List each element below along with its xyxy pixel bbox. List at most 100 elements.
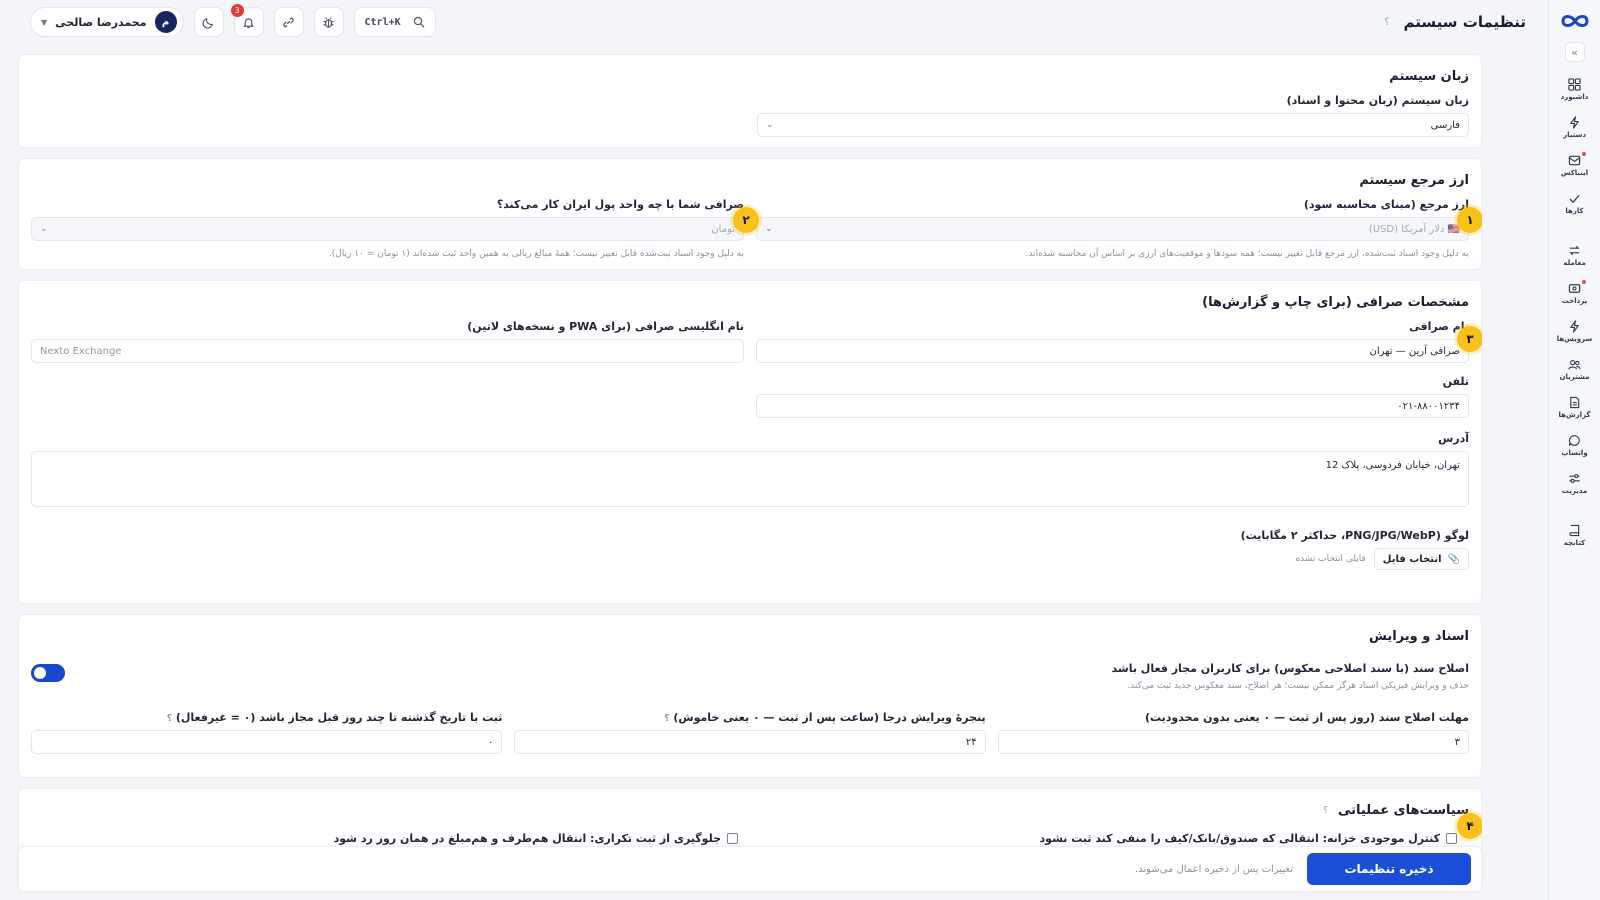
exchange-english-name-input[interactable]: Nexto Exchange — [31, 339, 744, 363]
sidebar-item-customers[interactable]: مشتریان — [1552, 350, 1598, 388]
exchange-profile-section: مشخصات صرافی (برای چاپ و گزارش‌ها) نام ص… — [18, 280, 1482, 604]
sidebar-item-label: گزارش‌ها — [1558, 410, 1591, 419]
duplicate-check-checkbox[interactable] — [727, 833, 738, 844]
field-label: پنجرهٔ ویرایش درجا (ساعت پس از ثبت — ۰ ی… — [514, 711, 985, 724]
search-button[interactable]: Ctrl+K — [353, 7, 436, 37]
select-value: 🇺🇸 دلار آمریکا (USD) — [1369, 224, 1460, 235]
notification-count-badge: 3 — [230, 4, 244, 17]
theme-toggle-button[interactable] — [193, 7, 224, 37]
bolt-icon — [1570, 115, 1579, 129]
edit-window-input[interactable]: ۲۴ — [514, 730, 986, 754]
input-value: ۲۴ — [965, 736, 977, 748]
sidebar-item-payment[interactable]: پرداخت — [1552, 274, 1598, 312]
sidebar-item-label: سرویس‌ها — [1556, 334, 1593, 343]
sidebar-item-label: معامله — [1563, 258, 1586, 267]
correction-deadline-input[interactable]: ۳ — [997, 730, 1469, 754]
sidebar-item-label: کارها — [1565, 206, 1584, 215]
section-title: سیاست‌های عملیاتی — [1338, 803, 1469, 818]
step-badge-1: ۱ — [1457, 207, 1482, 233]
link-icon — [283, 16, 294, 28]
field-label: تلفن — [1442, 375, 1469, 388]
help-icon[interactable]: ؟ — [167, 714, 172, 724]
swap-icon — [1569, 245, 1580, 255]
sidebar-item-inbox[interactable]: اینباکس — [1552, 146, 1598, 184]
field-label: لوگو (PNG/JPG/WebP، حداکثر ۲ مگابایت) — [1240, 529, 1469, 542]
chevron-down-icon: ⌄ — [40, 224, 48, 234]
documents-section: اسناد و ویرایش اصلاح سند (با سند اصلاحی … — [18, 614, 1482, 778]
treasury-check-checkbox[interactable] — [1446, 833, 1457, 844]
field-label: اصلاح سند (با سند اصلاحی معکوس) برای کار… — [1111, 662, 1469, 675]
sidebar-item-services[interactable]: سرویس‌ها — [1552, 312, 1598, 350]
sidebar-item-label: دستیار — [1563, 130, 1586, 139]
help-icon[interactable]: ؟ — [664, 714, 669, 724]
sidebar-item-whatsapp[interactable]: واتساپ — [1552, 426, 1598, 464]
sidebar-item-handbook[interactable]: کتابچه — [1552, 516, 1598, 554]
bolt-icon — [1570, 319, 1579, 333]
iran-currency-select[interactable]: تومان ⌄ — [31, 217, 744, 241]
page-title: تنظیمات سیستم — [1403, 13, 1527, 31]
help-icon[interactable]: ؟ — [1323, 806, 1328, 816]
input-value: ۰ — [487, 736, 494, 748]
reference-currency-select[interactable]: 🇺🇸 دلار آمریکا (USD) ⌄ — [756, 217, 1469, 241]
shortcut-hint: Ctrl+K — [364, 16, 401, 28]
app-logo[interactable] — [1558, 12, 1592, 30]
user-menu[interactable]: م محمدرضا صالحی ▼ — [30, 7, 184, 37]
save-settings-button[interactable]: ذخیره تنظیمات — [1307, 853, 1471, 885]
backdate-days-input[interactable]: ۰ — [31, 730, 503, 754]
help-icon[interactable]: ؟ — [1384, 17, 1389, 28]
sidebar-item-assistant[interactable]: دستیار — [1552, 108, 1598, 146]
language-select[interactable]: فارسی ⌄ — [757, 113, 1469, 137]
moon-icon — [202, 17, 213, 28]
user-name: محمدرضا صالحی — [55, 15, 147, 29]
sidebar-item-dashboard[interactable]: داشبورد — [1552, 70, 1598, 108]
field-label: صرافی شما با چه واحد پول ایران کار می‌کن… — [496, 198, 744, 211]
link-button[interactable] — [273, 7, 304, 37]
bug-icon — [323, 16, 334, 28]
sidebar-item-label: داشبورد — [1560, 92, 1589, 101]
field-label: ثبت با تاریخ گذشته تا چند روز قبل مجاز ب… — [31, 711, 503, 724]
input-value: صرافی آرین — تهران — [1369, 345, 1460, 357]
sidebar-item-label: واتساپ — [1561, 448, 1588, 457]
checkbox-label: کنترل موجودی خزانه: انتقالی که صندوق/بان… — [1039, 832, 1440, 845]
inbox-icon — [1568, 155, 1581, 165]
section-title: ارز مرجع سیستم — [1359, 173, 1469, 188]
users-icon — [1568, 359, 1581, 369]
field-label: آدرس — [1438, 432, 1469, 445]
sidebar-item-management[interactable]: مدیریت — [1552, 464, 1598, 502]
field-label: نام صرافی — [1409, 320, 1469, 333]
address-textarea[interactable]: تهران، خیابان فردوسی، پلاک 12 — [31, 451, 1469, 507]
language-section: زبان سیستم زبان سیستم (زبان محتوا و اسنا… — [18, 54, 1482, 148]
section-title: اسناد و ویرایش — [1369, 629, 1469, 644]
settings-content: زبان سیستم زبان سیستم (زبان محتوا و اسنا… — [18, 54, 1482, 900]
paperclip-icon: 📎 — [1447, 553, 1460, 565]
collapse-sidebar-button[interactable]: » — [1564, 42, 1585, 62]
chevron-down-icon: ▼ — [41, 17, 48, 27]
label-text: ثبت با تاریخ گذشته تا چند روز قبل مجاز ب… — [175, 711, 503, 724]
sidebar-item-reports[interactable]: گزارش‌ها — [1552, 388, 1598, 426]
check-icon — [1569, 194, 1580, 203]
field-hint: حذف و ویرایش فیزیکی اسناد هرگز ممکن نیست… — [1127, 681, 1469, 691]
sidebar-item-tasks[interactable]: کارها — [1552, 184, 1598, 222]
select-value: تومان — [711, 223, 735, 235]
exchange-name-input[interactable]: صرافی آرین — تهران — [756, 339, 1469, 363]
input-value: ۰۲۱-۸۸۰۰۱۲۳۴ — [1397, 400, 1460, 412]
notifications-button[interactable]: 3 — [230, 4, 264, 37]
choose-file-button[interactable]: 📎 انتخاب فایل — [1373, 548, 1469, 570]
section-title: مشخصات صرافی (برای چاپ و گزارش‌ها) — [1202, 295, 1469, 310]
section-title: زبان سیستم — [1389, 69, 1469, 84]
payment-icon — [1568, 283, 1581, 293]
document-correction-toggle[interactable] — [31, 664, 65, 682]
phone-input[interactable]: ۰۲۱-۸۸۰۰۱۲۳۴ — [756, 394, 1469, 418]
input-value: تهران، خیابان فردوسی، پلاک 12 — [1325, 460, 1460, 471]
select-value: فارسی — [1430, 119, 1460, 131]
label-text: مهلت اصلاح سند (روز پس از ثبت — ۰ یعنی ب… — [1144, 711, 1469, 724]
button-label: انتخاب فایل — [1382, 553, 1442, 565]
chevron-down-icon: ⌄ — [766, 120, 774, 130]
sidebar-item-deal[interactable]: معامله — [1552, 236, 1598, 274]
debug-button[interactable] — [313, 7, 344, 37]
step-badge-2: ۲ — [733, 207, 759, 233]
field-hint: به دلیل وجود اسناد ثبت‌شده، ارز مرجع قاب… — [1025, 249, 1470, 259]
avatar: م — [154, 11, 177, 33]
label-text: پنجرهٔ ویرایش درجا (ساعت پس از ثبت — ۰ ی… — [673, 711, 986, 724]
chat-icon — [1568, 434, 1580, 446]
